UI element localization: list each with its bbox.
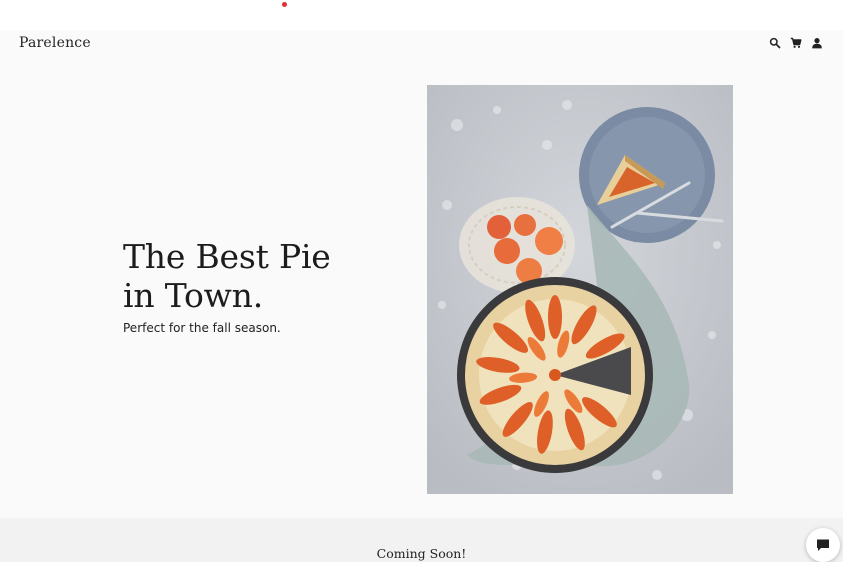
header-actions: [769, 37, 823, 49]
user-icon[interactable]: [811, 37, 823, 49]
site-header: Parelence: [0, 30, 843, 58]
indicator-dot: [282, 2, 287, 7]
cart-icon[interactable]: [790, 37, 802, 49]
pie-photo-illustration: [427, 85, 733, 494]
site-page: Parelence The Best Pie in Town. Perfect …: [0, 30, 843, 518]
search-icon[interactable]: [769, 37, 781, 49]
hero-pie-image: [427, 85, 733, 494]
coming-soon-band: Coming Soon!: [0, 518, 843, 562]
hero-title-line-1: The Best Pie: [123, 237, 331, 276]
top-strip: [0, 0, 843, 30]
hero-text: The Best Pie in Town. Perfect for the fa…: [123, 237, 403, 335]
coming-soon-text: Coming Soon!: [376, 546, 467, 561]
hero-title: The Best Pie in Town.: [123, 237, 403, 315]
chat-icon: [817, 539, 829, 551]
chat-button[interactable]: [806, 528, 840, 562]
hero-title-line-2: in Town.: [123, 276, 264, 315]
site-logo[interactable]: Parelence: [19, 35, 91, 51]
hero-subtitle: Perfect for the fall season.: [123, 321, 281, 335]
